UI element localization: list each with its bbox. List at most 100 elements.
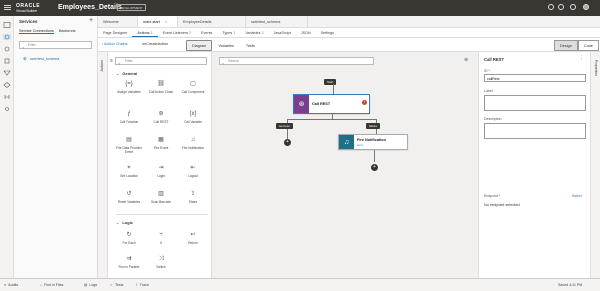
tab-swb-test-schema[interactable]: swb/test_schema: [246, 16, 308, 27]
editor-tabs: Welcome main-start × EmployeeDetails swb/…: [98, 16, 600, 28]
tests-button[interactable]: ✓ Tests: [110, 283, 123, 287]
logic-section-header[interactable]: ⌄ Logic: [116, 220, 133, 225]
action-scan-barcode[interactable]: ▥ Scan Barcode: [146, 191, 176, 204]
design-button[interactable]: Design: [554, 40, 578, 51]
services-icon[interactable]: [3, 34, 11, 40]
label-textarea[interactable]: [484, 95, 586, 111]
audits-button[interactable]: ● Audits: [4, 283, 18, 287]
service-connection-item[interactable]: swb/test_schema: [30, 57, 59, 61]
subnav-event-listeners[interactable]: Event Listeners 2: [158, 28, 197, 37]
components-icon[interactable]: [3, 58, 11, 64]
subnav-json[interactable]: JSON: [296, 28, 316, 37]
zoom-icon[interactable]: ⊕: [464, 57, 468, 63]
subnav-javascript[interactable]: JavaScript: [269, 28, 296, 37]
tab-welcome[interactable]: Welcome: [98, 16, 138, 27]
variables-button[interactable]: Variables: [212, 40, 240, 51]
menu-icon[interactable]: [4, 4, 11, 11]
chain-toolbar: ‹ Action Chains onCreateAction Diagram V…: [98, 38, 600, 52]
fire-notification-node[interactable]: ♫ Fire Notification error: [338, 134, 408, 150]
avatar[interactable]: [583, 4, 589, 10]
action-fire-notification[interactable]: ♫ Fire Notification: [178, 137, 208, 150]
id-input[interactable]: callRest: [484, 74, 586, 82]
action-for-each[interactable]: ↻ For Each: [114, 232, 144, 245]
barcode-icon: ▥: [158, 191, 164, 197]
logout-icon: ⇤: [190, 165, 196, 171]
view-switcher: Diagram Variables Tests: [186, 40, 261, 51]
diagram-canvas[interactable]: ⌕ Search ⊕ Start ⊛ Call REST ! success f…: [212, 52, 478, 278]
layouts-icon[interactable]: [3, 70, 11, 76]
tab-backends[interactable]: Backends: [59, 29, 76, 34]
description-textarea[interactable]: [484, 123, 586, 139]
business-objects-icon[interactable]: [3, 46, 11, 52]
find-in-files-button[interactable]: ⌕ Find in Files: [40, 283, 63, 287]
play-icon[interactable]: [548, 4, 554, 10]
properties-drawer-tab[interactable]: Properties: [590, 52, 600, 278]
subnav-events[interactable]: Events: [196, 28, 217, 37]
action-call-variable[interactable]: {x} Call Variable: [178, 111, 208, 124]
call-rest-node[interactable]: ⊛ Call REST !: [293, 94, 370, 114]
subnav-types[interactable]: Types 1: [217, 28, 240, 37]
success-branch-label: success: [276, 123, 293, 129]
action-if[interactable]: ⑂ If: [146, 232, 176, 245]
action-return[interactable]: ↩ Return: [178, 232, 208, 245]
tab-employee-details[interactable]: EmployeeDetails: [178, 16, 246, 27]
canvas-search-input[interactable]: ⌕ Search: [219, 57, 374, 66]
action-call-action-chain[interactable]: ⛓ Call Action Chain: [146, 81, 176, 94]
processes-icon[interactable]: [3, 82, 11, 88]
action-reset-variables[interactable]: ↺ Reset Variables: [114, 191, 144, 204]
action-fire-data-provider-event[interactable]: ▤ Fire Data Provider Event: [114, 137, 144, 154]
assign-icon: {=}: [125, 81, 133, 87]
trace-button[interactable]: ⌇ Trace: [136, 283, 149, 287]
services-filter-input[interactable]: ⌕ Filter: [19, 41, 92, 50]
action-call-function[interactable]: ƒ Call Function: [114, 111, 144, 124]
source-icon[interactable]: [3, 94, 11, 100]
saved-status: Saved 4:11 PM: [558, 283, 583, 287]
undo-icon[interactable]: [558, 4, 564, 10]
subnav-variables[interactable]: Variables 3: [240, 28, 268, 37]
action-switch[interactable]: ⤨ Switch: [146, 256, 176, 269]
select-endpoint-link[interactable]: Select: [572, 194, 582, 198]
rest-icon: ⊛: [294, 95, 309, 113]
endpoint-value: No endpoint selected: [484, 203, 520, 207]
actions-drawer-label: Actions: [100, 60, 104, 72]
close-icon[interactable]: ×: [165, 20, 167, 24]
action-run-in-parallel[interactable]: ⇉ Run in Parallel: [114, 256, 144, 269]
action-fire-event[interactable]: ▦ Fire Event: [146, 137, 176, 150]
help-icon[interactable]: [570, 4, 576, 10]
subnav-actions[interactable]: Actions 1: [132, 28, 158, 37]
hamburger-icon[interactable]: ≡: [110, 58, 113, 65]
login-icon: ⇥: [158, 165, 164, 171]
subnav-settings[interactable]: Settings: [316, 28, 339, 37]
actions-drawer-tab[interactable]: Actions: [98, 52, 108, 278]
start-node[interactable]: Start: [324, 79, 337, 85]
tab-service-connections[interactable]: Service Connections: [19, 29, 54, 34]
back-to-action-chains-link[interactable]: ‹ Action Chains: [102, 42, 128, 46]
action-assign-variables[interactable]: {=} Assign Variables: [114, 81, 144, 94]
general-section-header[interactable]: ⌄ General: [116, 71, 137, 76]
tests-button[interactable]: Tests: [240, 40, 261, 51]
settings-icon[interactable]: [3, 106, 11, 112]
product-name: Visual Builder: [16, 9, 38, 13]
web-apps-icon[interactable]: [3, 22, 11, 28]
action-login[interactable]: ⇥ Login: [146, 165, 176, 178]
action-call-rest[interactable]: ⊛ Call REST: [146, 111, 176, 124]
reset-icon: ↺: [126, 191, 132, 197]
function-icon: ƒ: [127, 111, 131, 117]
more-options-icon[interactable]: ⋮: [579, 55, 584, 61]
connector: [374, 150, 375, 162]
logs-button[interactable]: ▤ Logs: [84, 283, 97, 287]
diagram-button[interactable]: Diagram: [186, 40, 213, 51]
action-share[interactable]: ⇪ Share: [178, 191, 208, 204]
action-call-component[interactable]: ▢ Call Component: [178, 81, 208, 94]
add-service-button[interactable]: +: [89, 17, 93, 24]
add-action-success-button[interactable]: +: [284, 139, 291, 146]
code-button[interactable]: Code: [577, 40, 599, 51]
env-badge[interactable]: DEVELOPMENT: [117, 4, 146, 11]
add-action-failure-button[interactable]: +: [371, 164, 378, 171]
tab-main-start[interactable]: main-start ×: [138, 16, 178, 27]
app-title[interactable]: Employees_Details: [58, 4, 122, 11]
palette-filter-input[interactable]: ≡ ⌕ Filter: [110, 57, 207, 66]
action-logout[interactable]: ⇤ Logout: [178, 165, 208, 178]
action-get-location[interactable]: ⌖ Get Location: [114, 165, 144, 178]
subnav-page-designer[interactable]: Page Designer: [98, 28, 132, 37]
